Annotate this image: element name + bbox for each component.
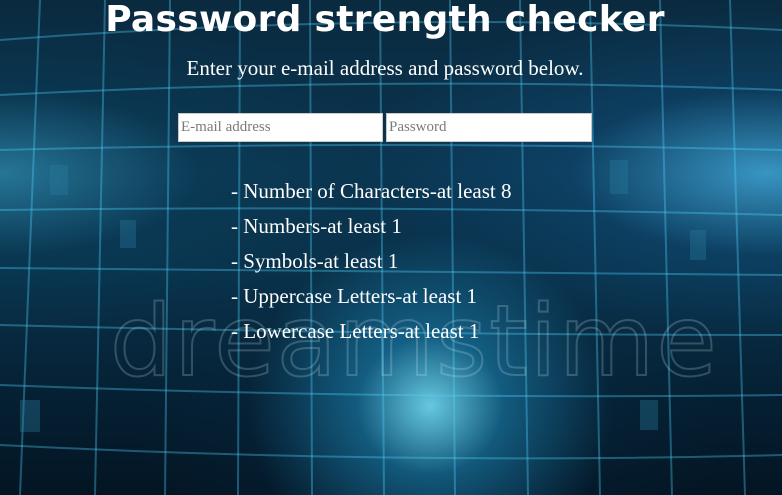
requirements-list: - Number of Characters-at least 8 - Numb…: [231, 174, 511, 349]
email-input[interactable]: [178, 113, 383, 142]
requirement-item: - Numbers-at least 1: [231, 214, 402, 238]
requirement-item: - Number of Characters-at least 8: [231, 179, 512, 203]
page-title: Password strength checker: [105, 0, 665, 40]
password-input[interactable]: [386, 113, 592, 142]
requirement-item: - Symbols-at least 1: [231, 249, 399, 273]
requirement-item: - Uppercase Letters-at least 1: [231, 284, 478, 308]
page-subtitle: Enter your e-mail address and password b…: [186, 56, 584, 80]
requirement-item: - Lowercase Letters-at least 1: [231, 319, 480, 343]
password-checker-panel: Password strength checker Enter your e-m…: [0, 0, 782, 495]
